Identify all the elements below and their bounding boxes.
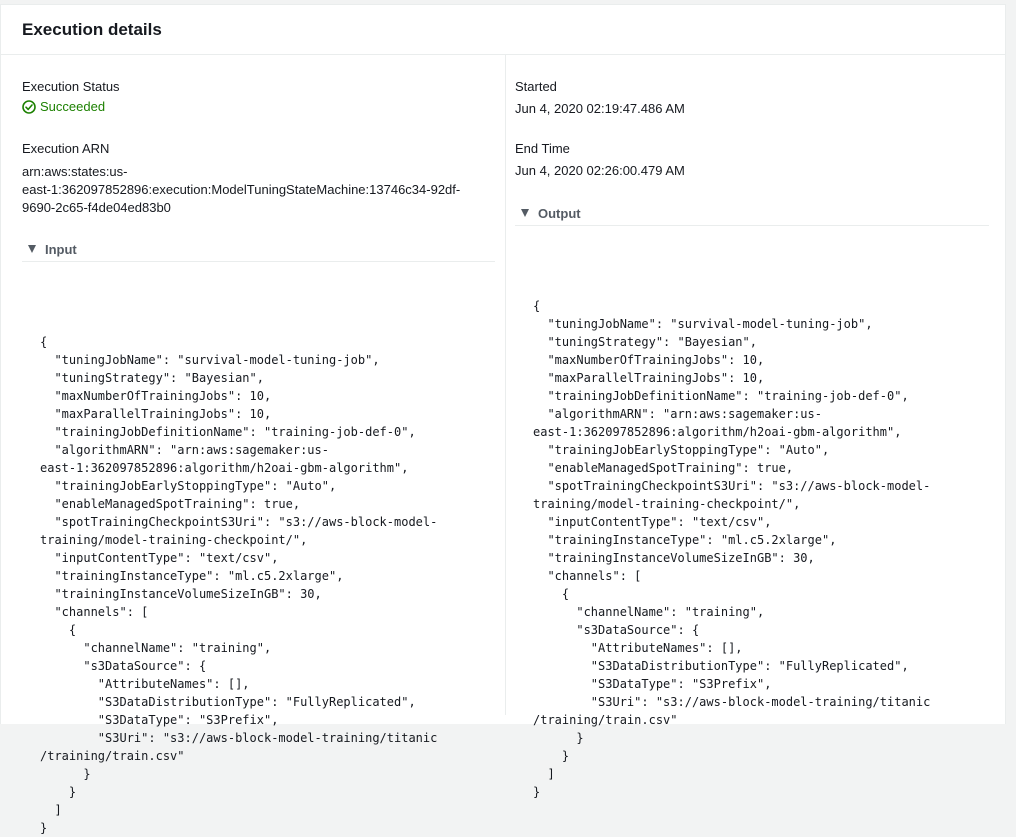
details-columns: Execution Status Succeeded Execution ARN… bbox=[1, 55, 1005, 835]
end-time-label: End Time bbox=[515, 141, 570, 156]
execution-status-label: Execution Status bbox=[22, 79, 120, 94]
execution-arn-label: Execution ARN bbox=[22, 141, 110, 156]
check-circle-icon bbox=[22, 99, 36, 114]
execution-arn-field: Execution ARN arn:aws:states:us- east-1:… bbox=[22, 140, 472, 217]
started-field: Started Jun 4, 2020 02:19:47.486 AM bbox=[515, 78, 685, 118]
input-expander[interactable]: Input bbox=[22, 237, 495, 262]
right-column: Started Jun 4, 2020 02:19:47.486 AM End … bbox=[515, 55, 989, 799]
started-value: Jun 4, 2020 02:19:47.486 AM bbox=[515, 101, 685, 116]
column-divider bbox=[505, 55, 506, 715]
output-expander[interactable]: Output bbox=[515, 201, 989, 226]
execution-status-field: Execution Status Succeeded bbox=[22, 78, 120, 114]
left-column: Execution Status Succeeded Execution ARN… bbox=[22, 55, 495, 835]
output-json: { "tuningJobName": "survival-model-tunin… bbox=[533, 299, 931, 799]
execution-status-value: Succeeded bbox=[22, 99, 120, 114]
started-label: Started bbox=[515, 79, 557, 94]
execution-arn-value: arn:aws:states:us- east-1:362097852896:e… bbox=[22, 163, 472, 217]
arn-line: east-1:362097852896:execution:ModelTunin… bbox=[22, 182, 461, 197]
arn-line: arn:aws:states:us- bbox=[22, 164, 128, 179]
output-expander-label: Output bbox=[538, 205, 581, 221]
caret-down-icon bbox=[28, 245, 36, 253]
end-time-field: End Time Jun 4, 2020 02:26:00.479 AM bbox=[515, 140, 685, 180]
input-expander-label: Input bbox=[45, 241, 77, 257]
arn-line: 9690-2c65-f4de04ed83b0 bbox=[22, 200, 171, 215]
status-text: Succeeded bbox=[40, 99, 106, 114]
end-time-value: Jun 4, 2020 02:26:00.479 AM bbox=[515, 163, 685, 178]
execution-details-panel: Execution details Execution Status Succe… bbox=[0, 4, 1006, 835]
panel-header: Execution details bbox=[1, 5, 1005, 55]
panel-title: Execution details bbox=[22, 19, 162, 39]
input-json: { "tuningJobName": "survival-model-tunin… bbox=[40, 335, 438, 835]
caret-down-icon bbox=[521, 209, 529, 217]
